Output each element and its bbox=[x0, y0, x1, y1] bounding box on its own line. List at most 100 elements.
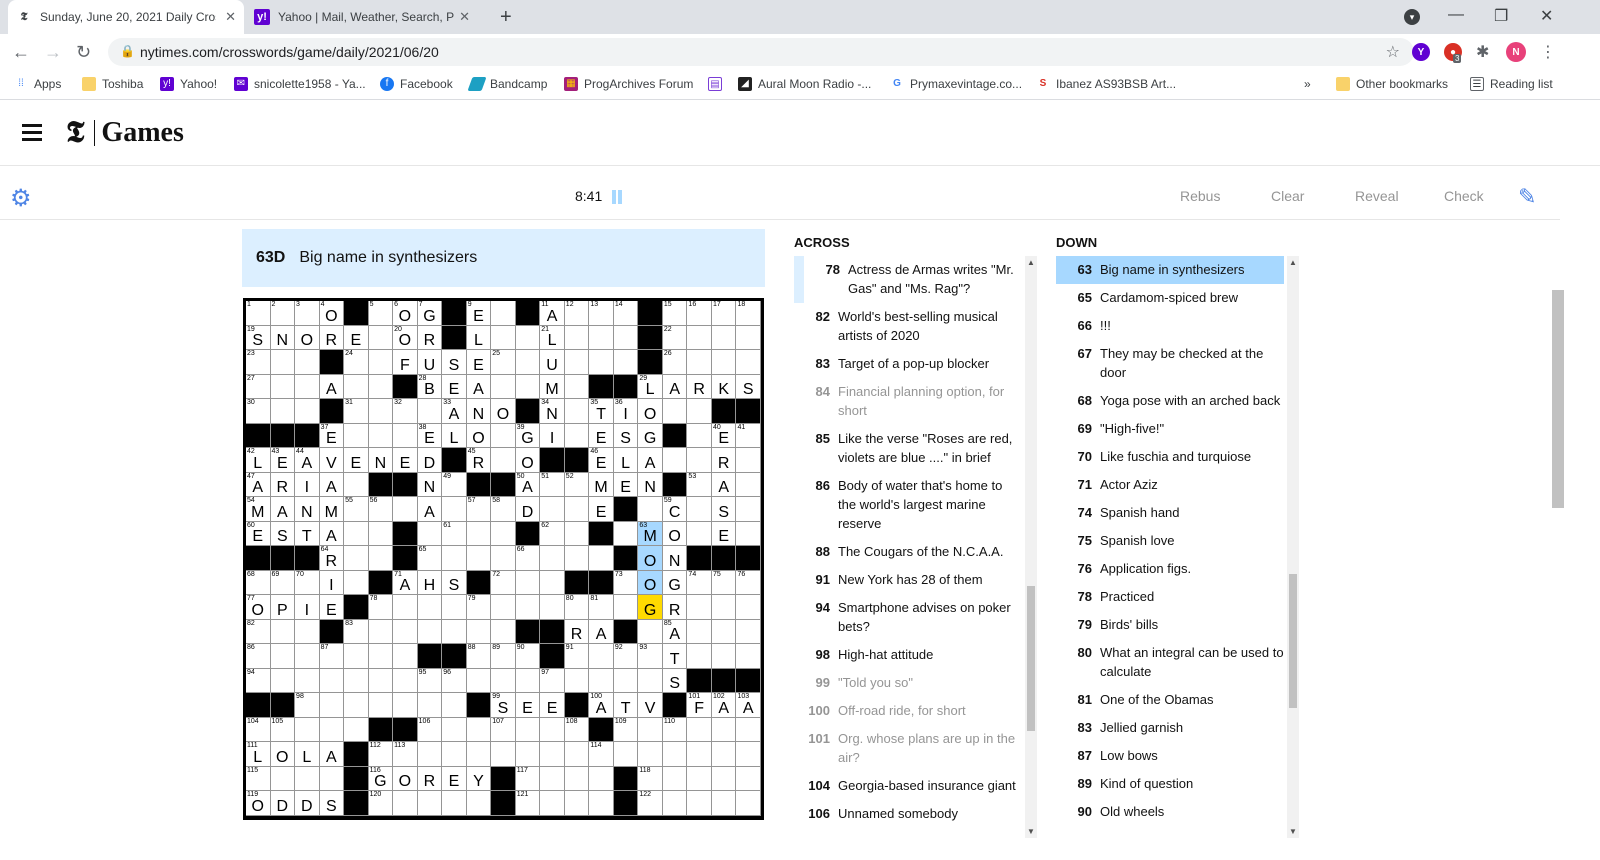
grid-cell[interactable]: 73 bbox=[613, 570, 639, 596]
grid-cell[interactable] bbox=[613, 521, 639, 547]
grid-cell[interactable]: 51 bbox=[540, 472, 565, 498]
minimize-icon[interactable]: — bbox=[1448, 6, 1464, 24]
grid-cell[interactable]: 93 bbox=[638, 644, 663, 669]
grid-cell[interactable]: 9E bbox=[466, 301, 492, 326]
grid-cell[interactable] bbox=[393, 423, 418, 449]
grid-cell[interactable] bbox=[711, 595, 737, 620]
grid-cell[interactable]: 64 R bbox=[319, 546, 345, 571]
grid-cell[interactable]: 39 G bbox=[515, 423, 541, 449]
grid-cell[interactable]: 121 bbox=[515, 791, 541, 816]
grid-cell[interactable]: 28 B bbox=[417, 374, 443, 400]
grid-cell[interactable]: H bbox=[417, 570, 443, 596]
bookmark-prymaxe[interactable]: G Prymaxevintage.co... bbox=[890, 77, 1022, 91]
grid-cell[interactable]: A bbox=[711, 472, 737, 498]
grid-cell[interactable]: N bbox=[662, 546, 688, 571]
grid-cell[interactable]: 104 bbox=[246, 717, 271, 743]
down-clue-66[interactable]: 66!!! bbox=[1056, 312, 1284, 340]
grid-cell[interactable]: 89 bbox=[491, 644, 516, 669]
grid-cell[interactable]: A bbox=[319, 472, 345, 498]
grid-cell[interactable]: E bbox=[344, 325, 369, 351]
grid-cell[interactable] bbox=[393, 693, 418, 718]
check-button[interactable]: Check bbox=[1444, 188, 1484, 204]
grid-cell[interactable] bbox=[564, 742, 590, 767]
grid-cell[interactable] bbox=[491, 301, 516, 326]
grid-cell[interactable]: 21 L bbox=[540, 325, 565, 351]
down-clue-71[interactable]: 71 Actor Aziz bbox=[1056, 471, 1284, 499]
across-clue-82[interactable]: 82 World's best-selling musical artists o… bbox=[794, 303, 1024, 350]
close-tab-icon[interactable]: ✕ bbox=[225, 9, 236, 25]
grid-cell[interactable] bbox=[368, 399, 394, 424]
grid-cell[interactable]: O bbox=[638, 546, 663, 571]
grid-cell[interactable]: 56 bbox=[368, 497, 394, 522]
grid-cell[interactable]: 62 bbox=[540, 521, 565, 547]
grid-cell[interactable] bbox=[564, 350, 590, 375]
grid-cell[interactable] bbox=[368, 325, 394, 351]
grid-cell[interactable] bbox=[736, 791, 761, 816]
grid-cell[interactable]: 114 bbox=[589, 742, 614, 767]
grid-cell[interactable] bbox=[295, 668, 320, 694]
down-clue-87[interactable]: 87 Low bows bbox=[1056, 742, 1284, 770]
grid-cell[interactable]: R bbox=[417, 325, 443, 351]
grid-cell[interactable] bbox=[442, 742, 467, 767]
grid-cell[interactable]: 19 S bbox=[246, 325, 271, 351]
bookmark-purple-icon[interactable]: ▤ bbox=[708, 77, 728, 91]
grid-cell[interactable] bbox=[564, 546, 590, 571]
grid-cell[interactable] bbox=[736, 766, 761, 792]
grid-cell[interactable] bbox=[344, 546, 369, 571]
grid-cell[interactable] bbox=[711, 742, 737, 767]
grid-cell[interactable]: 96 bbox=[442, 668, 467, 694]
grid-cell[interactable] bbox=[613, 350, 639, 375]
grid-cell[interactable]: 83 bbox=[344, 619, 369, 645]
grid-cell[interactable]: N bbox=[295, 497, 320, 522]
grid-cell[interactable]: L bbox=[295, 742, 320, 767]
grid-cell[interactable]: 65 bbox=[417, 546, 443, 571]
grid-cell[interactable] bbox=[270, 374, 296, 400]
grid-cell[interactable]: 35 T bbox=[589, 399, 614, 424]
grid-cell[interactable]: 6O bbox=[393, 301, 418, 326]
grid-cell[interactable] bbox=[687, 791, 712, 816]
down-clue-63[interactable]: 63 Big name in synthesizers bbox=[1056, 256, 1284, 284]
grid-cell[interactable]: 99 S bbox=[491, 693, 516, 718]
grid-cell[interactable]: 1 bbox=[246, 301, 271, 326]
grid-cell[interactable]: 116 G bbox=[368, 766, 394, 792]
grid-cell[interactable]: 115 bbox=[246, 766, 271, 792]
grid-cell[interactable] bbox=[319, 766, 345, 792]
maximize-icon[interactable]: ❐ bbox=[1494, 6, 1508, 26]
grid-cell[interactable] bbox=[295, 717, 320, 743]
grid-cell[interactable]: S bbox=[442, 570, 467, 596]
grid-cell[interactable]: 110 bbox=[662, 717, 688, 743]
bookmark-toshiba[interactable]: Toshiba bbox=[82, 77, 143, 91]
across-clue-88[interactable]: 88 The Cougars of the N.C.A.A. bbox=[794, 538, 1024, 566]
grid-cell[interactable]: O bbox=[638, 399, 663, 424]
scroll-up-arrow-icon[interactable]: ▲ bbox=[1289, 258, 1297, 267]
scroll-down-arrow-icon[interactable]: ▼ bbox=[1027, 827, 1035, 836]
grid-cell[interactable]: 31 bbox=[344, 399, 369, 424]
pencil-icon[interactable]: ✎ bbox=[1518, 184, 1536, 210]
across-clue-98[interactable]: 98 High-hat attitude bbox=[794, 641, 1024, 669]
grid-cell[interactable] bbox=[589, 325, 614, 351]
grid-cell[interactable] bbox=[417, 693, 443, 718]
grid-cell[interactable]: 55 bbox=[344, 497, 369, 522]
reading-list[interactable]: ☰ Reading list bbox=[1470, 77, 1553, 91]
grid-cell[interactable] bbox=[368, 521, 394, 547]
grid-cell[interactable]: 77 O bbox=[246, 595, 271, 620]
tab-nyt-crossword[interactable]: 𝕿 Sunday, June 20, 2021 Daily Cros ✕ bbox=[8, 0, 244, 34]
grid-cell[interactable] bbox=[662, 448, 688, 473]
grid-cell[interactable]: D bbox=[270, 791, 296, 816]
grid-cell[interactable] bbox=[564, 374, 590, 400]
grid-cell[interactable] bbox=[295, 350, 320, 375]
grid-cell[interactable] bbox=[613, 325, 639, 351]
grid-cell[interactable]: E bbox=[515, 693, 541, 718]
grid-cell[interactable]: E bbox=[613, 472, 639, 498]
grid-cell[interactable] bbox=[736, 595, 761, 620]
grid-cell[interactable] bbox=[368, 668, 394, 694]
grid-cell[interactable] bbox=[270, 350, 296, 375]
grid-cell[interactable] bbox=[295, 399, 320, 424]
grid-cell[interactable] bbox=[589, 350, 614, 375]
url-bar[interactable]: 🔒 nytimes.com/crosswords/game/daily/2021… bbox=[108, 38, 1414, 66]
grid-cell[interactable] bbox=[515, 595, 541, 620]
scroll-down-arrow-icon[interactable]: ▼ bbox=[1289, 827, 1297, 836]
grid-cell[interactable] bbox=[344, 717, 369, 743]
grid-cell[interactable]: L bbox=[613, 448, 639, 473]
grid-cell[interactable] bbox=[736, 644, 761, 669]
